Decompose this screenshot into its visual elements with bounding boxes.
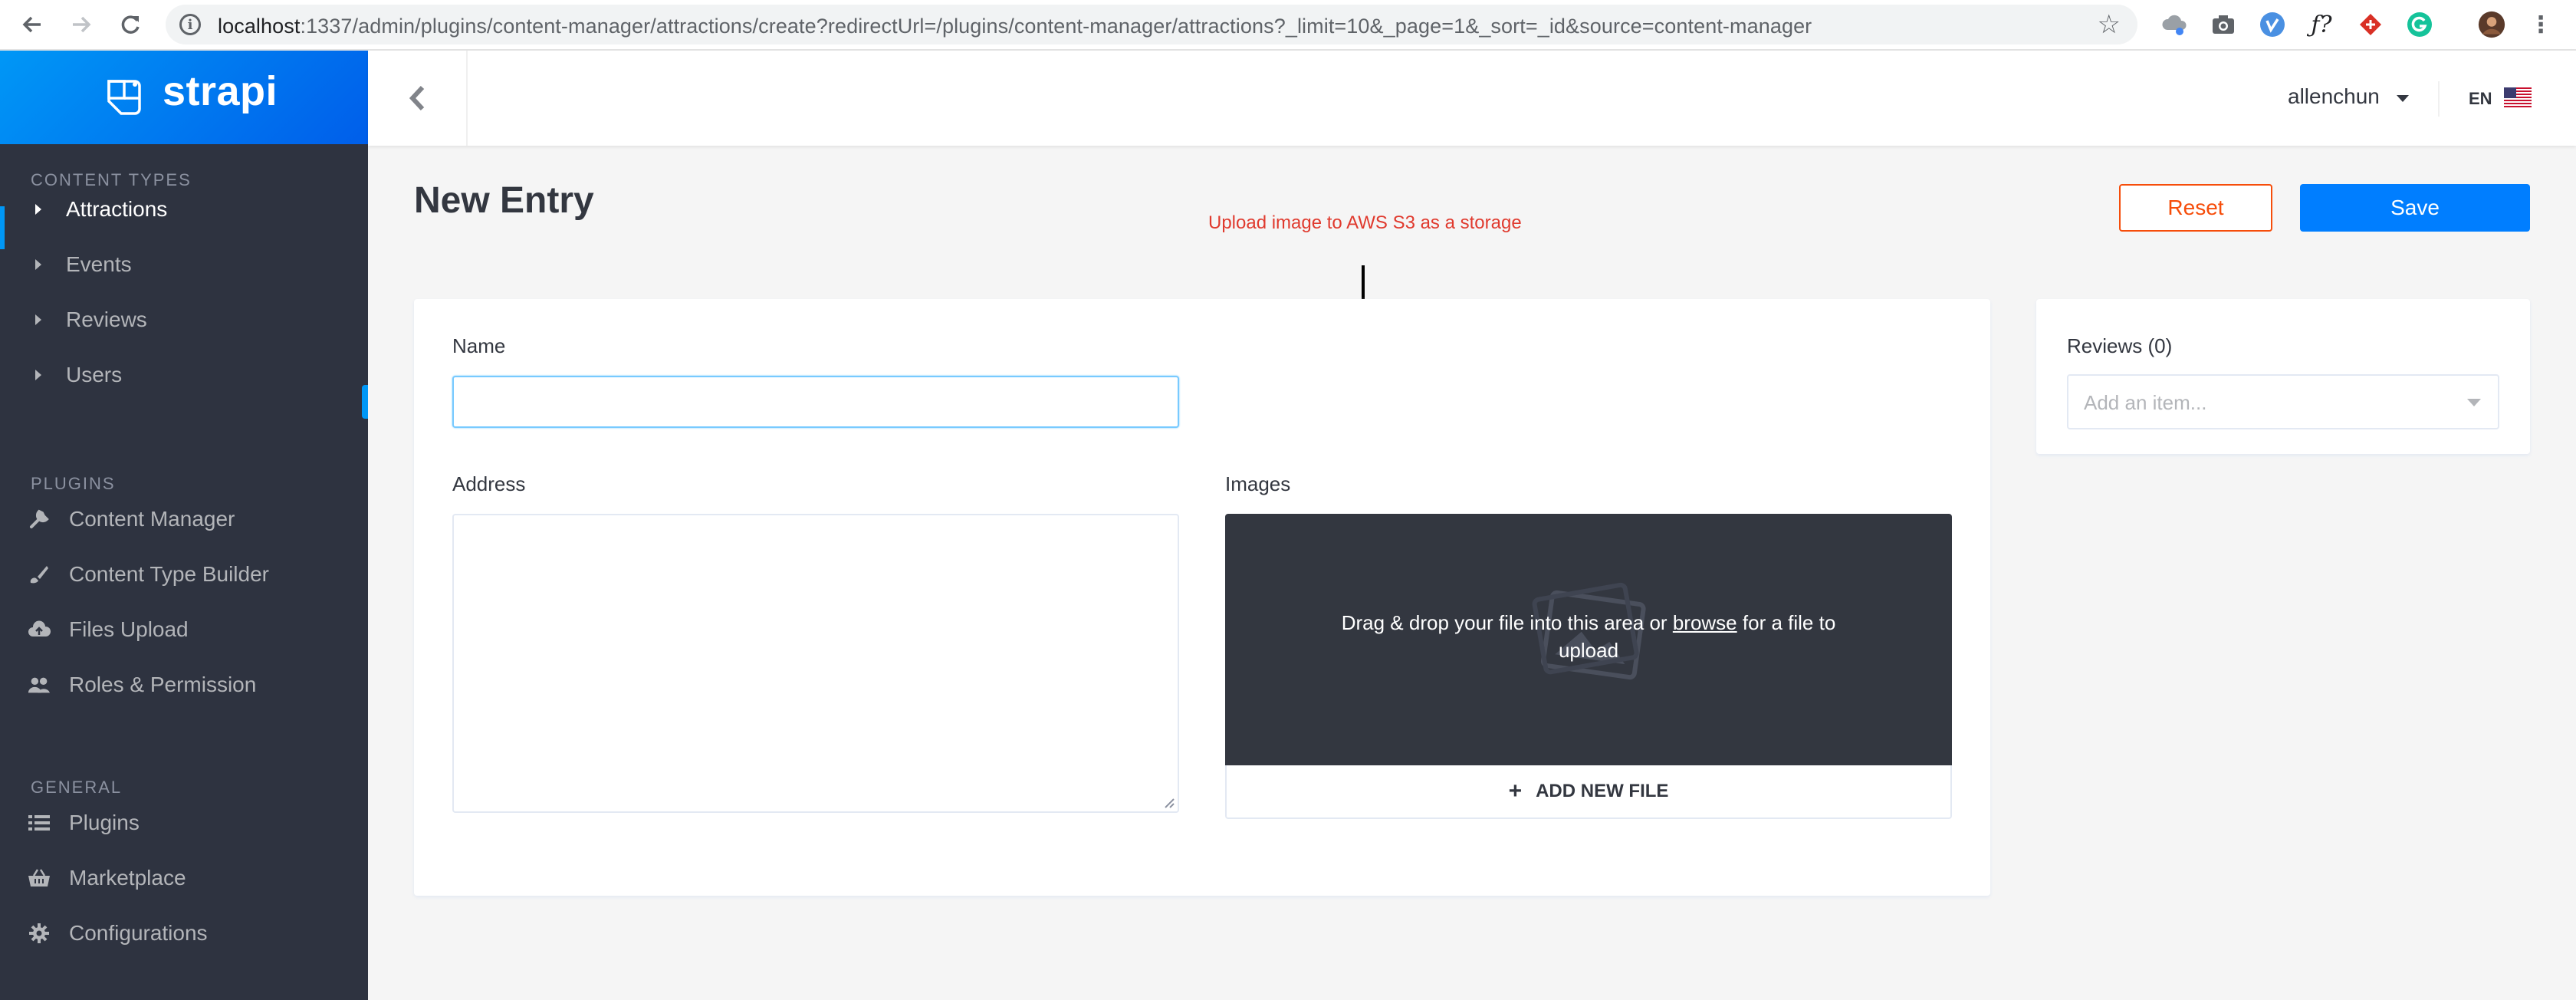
sidebar-item-configurations[interactable]: Configurations: [0, 912, 368, 955]
brand-header[interactable]: strapi: [0, 51, 368, 144]
sidebar-item-content-type-builder[interactable]: Content Type Builder: [0, 553, 368, 596]
drop-text-before: Drag & drop your file into this area or: [1341, 611, 1673, 634]
reviews-label: Reviews (0): [2067, 334, 2173, 357]
relations-card: Reviews (0) Add an item...: [2036, 299, 2530, 454]
vimeo-extension-icon[interactable]: [2259, 11, 2286, 38]
sidebar-item-events[interactable]: Events: [0, 243, 368, 286]
resize-handle-icon[interactable]: [1162, 796, 1175, 808]
wrench-icon: [28, 508, 51, 530]
sidebar-item-label: Attractions: [66, 197, 168, 221]
sidebar: strapi Content Types Attractions Events …: [0, 51, 368, 1000]
reset-button[interactable]: Reset: [2119, 184, 2272, 232]
profile-avatar[interactable]: [2478, 11, 2505, 38]
list-icon: [28, 814, 51, 832]
url-text: localhost:1337/admin/plugins/content-man…: [218, 15, 1812, 38]
add-new-file-label: ADD NEW FILE: [1536, 781, 1669, 801]
page-title: New Entry: [414, 180, 594, 221]
annotation-note: Upload image to AWS S3 as a storage: [1208, 212, 1522, 233]
sidebar-item-label: Plugins: [69, 811, 140, 834]
red-extension-icon[interactable]: [2357, 11, 2384, 38]
kebab-menu-icon[interactable]: ⋮: [2527, 11, 2555, 38]
caret-right-icon: [35, 204, 41, 215]
basket-icon: [28, 868, 51, 888]
address-bar[interactable]: i localhost:1337/admin/plugins/content-m…: [166, 5, 2137, 44]
sidebar-item-attractions[interactable]: Attractions: [0, 188, 368, 231]
entry-form: Name Address Images Drag & drop your fil…: [414, 299, 1990, 896]
sidebar-item-label: Users: [66, 363, 123, 387]
top-header: allenchun EN: [368, 51, 2576, 146]
caret-right-icon: [35, 370, 41, 380]
chevron-left-icon: [409, 85, 425, 111]
caret-down-icon[interactable]: [2397, 95, 2409, 102]
reviews-select[interactable]: Add an item...: [2067, 374, 2499, 429]
sidebar-item-label: Configurations: [69, 921, 208, 945]
browser-toolbar: i localhost:1337/admin/plugins/content-m…: [0, 0, 2576, 51]
formula-extension-icon[interactable]: ƒ?: [2308, 11, 2335, 38]
sidebar-item-label: Content Type Builder: [69, 562, 269, 586]
cloud-upload-icon: [28, 620, 51, 640]
sidebar-item-label: Content Manager: [69, 507, 235, 531]
plus-icon: +: [1508, 778, 1523, 804]
sidebar-item-marketplace[interactable]: Marketplace: [0, 857, 368, 900]
user-menu[interactable]: allenchun: [2288, 84, 2380, 109]
sidebar-item-label: Events: [66, 252, 132, 276]
sidebar-item-files-upload[interactable]: Files Upload: [0, 608, 368, 651]
sidebar-item-content-manager[interactable]: Content Manager: [0, 498, 368, 541]
paintbrush-icon: [28, 564, 51, 585]
divider: [2438, 81, 2440, 117]
url-path: :1337/admin/plugins/content-manager/attr…: [300, 15, 1812, 38]
language-code[interactable]: EN: [2469, 89, 2492, 109]
bookmark-star-icon[interactable]: ☆: [2098, 9, 2121, 40]
images-label: Images: [1225, 472, 1291, 495]
cloud-extension-icon[interactable]: [2160, 11, 2188, 38]
address-label: Address: [452, 472, 526, 495]
url-host: localhost: [218, 15, 301, 38]
caret-down-icon: [2467, 399, 2481, 406]
address-textarea[interactable]: [452, 514, 1179, 813]
dropzone-instructions: Drag & drop your file into this area or …: [1317, 609, 1860, 664]
back-button[interactable]: [368, 51, 468, 146]
forward-arrow-icon[interactable]: [64, 8, 98, 41]
users-icon: [28, 675, 51, 695]
strapi-logo-icon: [107, 80, 141, 115]
sidebar-item-reviews[interactable]: Reviews: [0, 298, 368, 341]
camera-extension-icon[interactable]: [2210, 11, 2237, 38]
sidebar-item-label: Reviews: [66, 308, 147, 331]
sidebar-item-label: Marketplace: [69, 866, 186, 890]
sidebar-item-users[interactable]: Users: [0, 354, 368, 396]
reload-icon[interactable]: [113, 8, 147, 41]
brand-name: strapi: [163, 68, 278, 114]
gear-icon: [28, 923, 51, 944]
back-arrow-icon[interactable]: [15, 8, 49, 41]
add-new-file-button[interactable]: + ADD NEW FILE: [1225, 765, 1952, 819]
reviews-placeholder: Add an item...: [2084, 391, 2207, 414]
plugins-heading: Plugins: [31, 474, 116, 493]
caret-right-icon: [35, 314, 41, 325]
us-flag-icon[interactable]: [2504, 87, 2532, 107]
sidebar-item-label: Roles & Permission: [69, 673, 257, 696]
browse-link[interactable]: browse: [1673, 611, 1737, 634]
sidebar-item-roles-permission[interactable]: Roles & Permission: [0, 663, 368, 706]
name-input[interactable]: [452, 376, 1179, 428]
grammarly-extension-icon[interactable]: [2406, 11, 2433, 38]
sidebar-item-plugins[interactable]: Plugins: [0, 801, 368, 844]
name-label: Name: [452, 334, 506, 357]
image-dropzone[interactable]: Drag & drop your file into this area or …: [1225, 514, 1952, 765]
general-heading: General: [31, 778, 123, 797]
caret-right-icon: [35, 259, 41, 270]
sidebar-item-label: Files Upload: [69, 617, 189, 641]
info-icon[interactable]: i: [179, 14, 201, 35]
save-button[interactable]: Save: [2300, 184, 2530, 232]
